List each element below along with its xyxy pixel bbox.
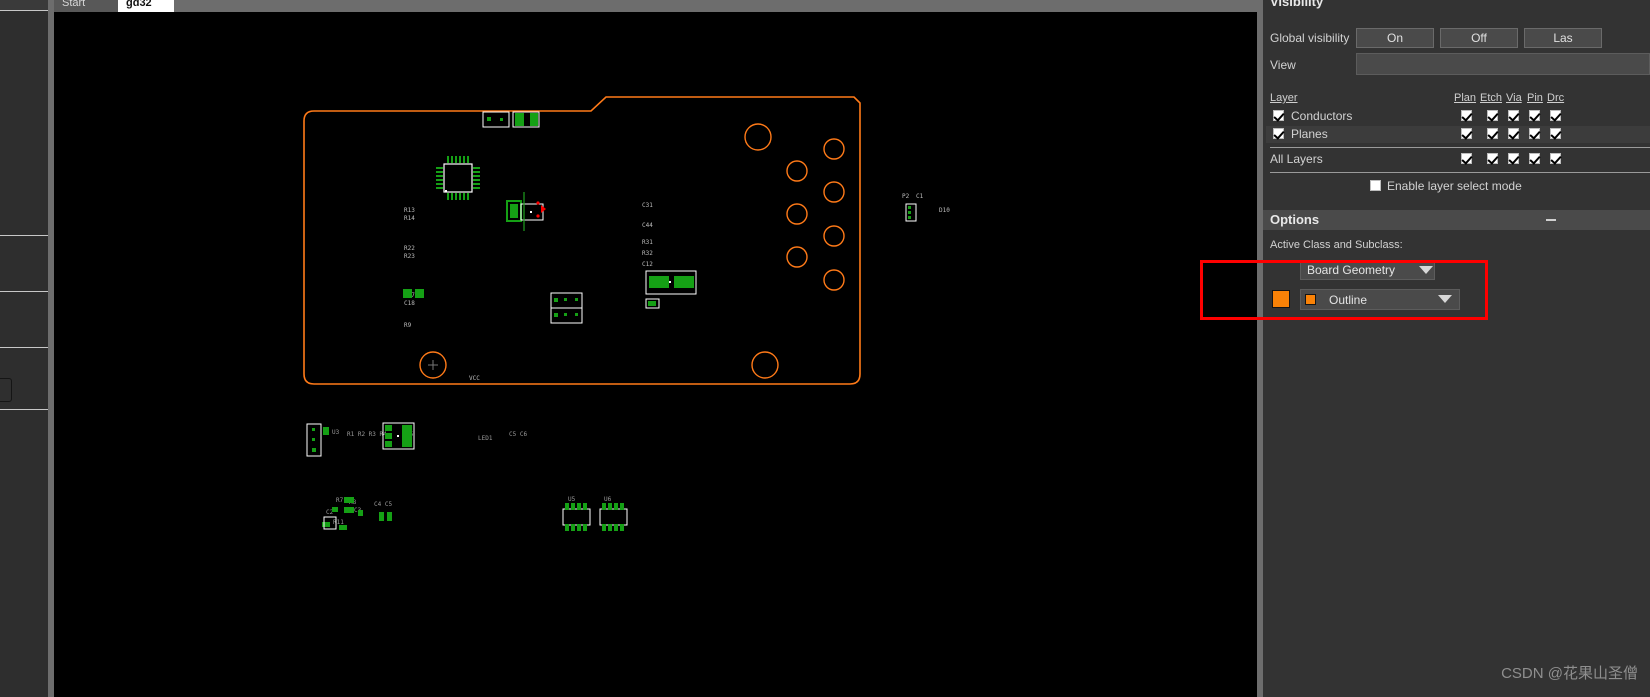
conductors-plan-checkbox[interactable]	[1461, 110, 1472, 121]
conductors-drc-checkbox[interactable]	[1550, 110, 1561, 121]
svg-text:VCC: VCC	[469, 375, 480, 382]
layer-column-header[interactable]: Layer	[1270, 92, 1298, 104]
svg-text:R23: R23	[404, 253, 415, 260]
right-dock	[1263, 0, 1650, 697]
sidebar-divider	[0, 291, 48, 292]
svg-text:U3: U3	[332, 429, 340, 436]
component-cluster-left: R7R8 C2C3 C4 C5R11	[322, 497, 392, 530]
annotation-highlight-rect	[1200, 260, 1488, 320]
sidebar-divider	[0, 10, 48, 11]
visibility-panel-title: Visibility	[1270, 0, 1324, 9]
component-selected	[506, 192, 546, 231]
etch-column-header[interactable]: Etch	[1480, 92, 1502, 104]
svg-text:C18: C18	[404, 300, 415, 307]
left-sidebar-top-strip	[0, 0, 48, 10]
svg-text:C31: C31	[642, 202, 653, 209]
component-wide-pad	[645, 270, 697, 309]
pin-column-header[interactable]: Pin	[1527, 92, 1543, 104]
allegro-window: Start Page gd32 ahh	[0, 0, 1650, 697]
layer-planes-checkbox[interactable]	[1273, 128, 1284, 139]
active-class-subclass-label: Active Class and Subclass:	[1270, 239, 1403, 251]
options-panel-title: Options	[1270, 212, 1320, 227]
all-layers-drc-checkbox[interactable]	[1550, 153, 1561, 164]
component-offboard-row: U3R1 R2 R3 R4 R5LED1 C5 C6	[306, 422, 527, 457]
enable-layer-select-mode-checkbox[interactable]	[1370, 180, 1381, 191]
layer-conductors-checkbox[interactable]	[1273, 110, 1284, 121]
component-soic-pair: U5 U6	[562, 496, 628, 531]
plan-column-header[interactable]: Plan	[1454, 92, 1476, 104]
all-layers-plan-checkbox[interactable]	[1461, 153, 1472, 164]
all-layers-rule	[1270, 172, 1650, 173]
svg-text:R11: R11	[333, 519, 344, 526]
via-column-header[interactable]: Via	[1506, 92, 1522, 104]
svg-text:C5 C6: C5 C6	[509, 431, 527, 438]
svg-text:R1 R2 R3 R4: R1 R2 R3 R4	[347, 431, 387, 438]
all-layers-pin-checkbox[interactable]	[1529, 153, 1540, 164]
svg-text:C4 C5: C4 C5	[374, 501, 392, 508]
svg-text:U5: U5	[568, 496, 576, 503]
svg-text:R13: R13	[404, 207, 415, 214]
tab-gd32-ahh[interactable]: gd32 ahh	[118, 0, 174, 27]
pcb-drawing: R13R14 R22R23 C17C18 R9 C31C44 R31R32 C1…	[303, 96, 950, 531]
global-visibility-label: Global visibility	[1270, 31, 1350, 45]
tab-strip: Start Page gd32 ahh	[54, 0, 1257, 27]
tab-start-page[interactable]: Start Page	[54, 0, 118, 27]
pcb-canvas[interactable]: R13R14 R22R23 C17C18 R9 C31C44 R31R32 C1…	[54, 12, 1257, 697]
global-visibility-off-button[interactable]: Off	[1440, 28, 1518, 48]
layer-conductors-label: Conductors	[1291, 109, 1353, 123]
svg-text:LED1: LED1	[478, 435, 493, 442]
view-label: View	[1270, 58, 1296, 72]
svg-text:C12: C12	[642, 261, 653, 268]
svg-text:R14: R14	[404, 215, 415, 222]
conductors-etch-checkbox[interactable]	[1487, 110, 1498, 121]
sidebar-divider	[0, 347, 48, 348]
view-combo[interactable]	[1356, 53, 1650, 75]
layer-table-rule	[1270, 147, 1650, 148]
all-layers-via-checkbox[interactable]	[1508, 153, 1519, 164]
layer-planes-label: Planes	[1291, 127, 1328, 141]
board-outline	[303, 96, 861, 385]
component-headers	[550, 292, 583, 324]
conductors-pin-checkbox[interactable]	[1529, 110, 1540, 121]
enable-layer-select-mode-label: Enable layer select mode	[1387, 179, 1522, 193]
drc-column-header[interactable]: Drc	[1547, 92, 1564, 104]
hole-crosshair	[428, 360, 438, 370]
svg-text:C44: C44	[642, 222, 653, 229]
planes-pin-checkbox[interactable]	[1529, 128, 1540, 139]
sidebar-divider	[0, 235, 48, 236]
component-top-connector	[482, 111, 540, 128]
all-layers-etch-checkbox[interactable]	[1487, 153, 1498, 164]
watermark: CSDN @花果山圣僧	[1501, 665, 1638, 682]
svg-text:D10: D10	[939, 207, 950, 214]
svg-text:P2: P2	[902, 193, 910, 200]
mounting-holes	[419, 123, 845, 379]
svg-text:R7: R7	[336, 497, 344, 504]
sidebar-divider	[0, 409, 48, 410]
svg-text:U6: U6	[604, 496, 612, 503]
planes-via-checkbox[interactable]	[1508, 128, 1519, 139]
global-visibility-last-button[interactable]: Las	[1524, 28, 1602, 48]
sidebar-collapsed-item[interactable]	[0, 378, 12, 402]
planes-drc-checkbox[interactable]	[1550, 128, 1561, 139]
svg-text:R31: R31	[642, 239, 653, 246]
all-layers-label: All Layers	[1270, 152, 1323, 166]
svg-text:R9: R9	[404, 322, 412, 329]
view-value	[1357, 54, 1649, 60]
svg-text:R32: R32	[642, 250, 653, 257]
left-sidebar	[0, 0, 48, 697]
svg-text:R22: R22	[404, 245, 415, 252]
options-minimize-icon[interactable]	[1546, 219, 1556, 221]
component-offboard-right: P2 C1 D10	[902, 193, 950, 222]
component-qfp	[436, 156, 480, 200]
svg-text:C1: C1	[916, 193, 924, 200]
planes-plan-checkbox[interactable]	[1461, 128, 1472, 139]
conductors-via-checkbox[interactable]	[1508, 110, 1519, 121]
planes-etch-checkbox[interactable]	[1487, 128, 1498, 139]
global-visibility-on-button[interactable]: On	[1356, 28, 1434, 48]
options-panel-header	[1263, 210, 1650, 230]
